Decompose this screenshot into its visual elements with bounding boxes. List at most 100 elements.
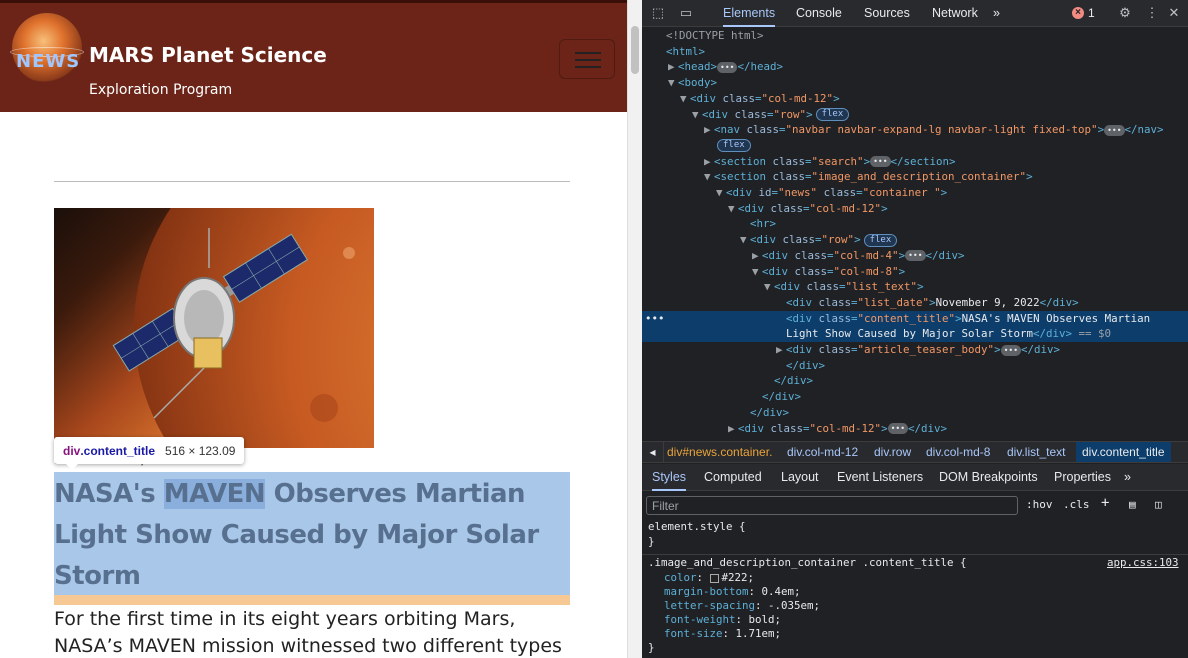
dom-node-line[interactable]: ▼ <div class="row"> flex (642, 232, 1188, 248)
dom-node-line[interactable]: <html> (642, 44, 1188, 60)
subtab-dom-breakpoints[interactable]: DOM Breakpoints (939, 464, 1038, 491)
styles-filter-input[interactable] (646, 496, 1018, 515)
maven-spacecraft-illustration (112, 208, 374, 448)
element-style-selector[interactable]: element.style { (648, 520, 746, 534)
hov-toggle[interactable]: :hov (1026, 498, 1053, 511)
tree-toggle-icon[interactable]: ▼ (752, 264, 762, 280)
css-property-font-weight[interactable]: font-weight: bold; (664, 613, 781, 627)
dom-node-line[interactable]: ▶ <section class="search"> ••• </section> (642, 154, 1188, 170)
tab-sources[interactable]: Sources (864, 0, 910, 27)
dom-node-line[interactable]: ▶ <head> ••• </head> (642, 59, 1188, 75)
css-property-color[interactable]: color: #222; (664, 571, 754, 585)
rule-source-link[interactable]: app.css:103 (1107, 556, 1179, 570)
css-property-font-size[interactable]: font-size: 1.71em; (664, 627, 781, 641)
settings-gear-icon[interactable]: ⚙ (1117, 5, 1133, 21)
dom-node-line[interactable]: ▶ <div class="col-md-12"> ••• </div> (642, 421, 1188, 437)
more-subtabs-icon[interactable]: » (1124, 464, 1131, 491)
dom-node-line[interactable]: ▼ <div class="col-md-12"> (642, 91, 1188, 107)
dom-node-line[interactable]: ▶ <nav class="navbar navbar-expand-lg nav… (642, 122, 1188, 138)
tree-toggle-icon[interactable]: ▼ (740, 232, 750, 248)
device-toolbar-icon[interactable]: ▭ (678, 5, 694, 21)
tree-toggle-icon[interactable]: ▼ (680, 91, 690, 107)
tree-toggle-icon[interactable]: ▼ (668, 75, 678, 91)
color-swatch-icon[interactable] (709, 573, 719, 583)
dom-node-line[interactable]: <hr> (642, 216, 1188, 232)
cls-toggle[interactable]: .cls (1063, 498, 1090, 511)
breadcrumb-row[interactable]: div.row (874, 442, 911, 462)
news-logo[interactable]: NEWS (10, 13, 84, 83)
dom-node-line[interactable]: </div> (642, 405, 1188, 421)
dom-node-line[interactable]: ▶ <div class="article_teaser_body"> ••• </d… (642, 342, 1188, 358)
website-scrollbar[interactable] (627, 0, 642, 658)
dom-node-line[interactable]: <div class="list_date">November 9, 2022<… (642, 295, 1188, 311)
tree-toggle-icon[interactable]: ▼ (716, 185, 726, 201)
dom-node-line[interactable]: Light Show Caused by Major Solar Storm</… (642, 326, 1188, 343)
dom-node-line[interactable]: </div> (642, 358, 1188, 374)
subtab-event-listeners[interactable]: Event Listeners (837, 464, 923, 491)
breadcrumb-news-container[interactable]: div#news.container. (667, 442, 772, 462)
dom-node-line[interactable]: <div class="content_title">NASA's MAVEN … (642, 310, 1188, 327)
css-property-letter-spacing[interactable]: letter-spacing: -.035em; (664, 599, 820, 613)
dom-node-line[interactable]: ▼ <div class="col-md-8"> (642, 264, 1188, 280)
hamburger-menu-button[interactable] (559, 39, 615, 79)
rule-close: } (648, 641, 655, 654)
tab-network[interactable]: Network (932, 0, 978, 27)
more-options-icon[interactable]: ⋮ (1144, 5, 1160, 21)
tree-toggle-icon[interactable]: ▶ (776, 342, 786, 358)
tree-toggle-icon[interactable]: ▼ (692, 107, 702, 123)
article-image[interactable] (54, 208, 374, 448)
tree-toggle-icon[interactable]: ▶ (668, 59, 678, 75)
title-part-1: NASA's (54, 479, 164, 509)
breadcrumb-content-title[interactable]: div.content_title (1076, 442, 1171, 462)
dom-node-line[interactable]: ▼ <body> (642, 75, 1188, 91)
selected-node-ellipsis-icon[interactable]: ••• (645, 311, 665, 327)
inspect-tooltip: div .content_title 516 × 123.09 (54, 437, 245, 470)
subtab-styles[interactable]: Styles (652, 464, 687, 491)
css-property-margin-bottom[interactable]: margin-bottom: 0.4em; (664, 585, 801, 599)
scrollbar-thumb[interactable] (631, 26, 639, 74)
dom-tree[interactable]: <!DOCTYPE html> <html> ▶ <head> ••• </head> ▼ <… (642, 27, 1188, 441)
breadcrumb-left-arrow-icon[interactable]: ◂ (642, 442, 664, 462)
dom-node-line[interactable]: ▼ <div class="col-md-12"> (642, 201, 1188, 217)
dom-node-line[interactable]: </div> (642, 373, 1188, 389)
tree-toggle-icon[interactable]: ▶ (704, 122, 714, 138)
tree-toggle-icon[interactable]: ▶ (728, 421, 738, 437)
subtab-computed[interactable]: Computed (704, 464, 762, 491)
dom-node-line[interactable]: ▼ <div class="row"> flex (642, 107, 1188, 123)
devtools-panel: ⬚ ▭ Elements Console Sources Network » ×… (642, 0, 1188, 658)
error-count-badge[interactable]: × 1 (1072, 6, 1095, 20)
breadcrumb-col-md-8[interactable]: div.col-md-8 (926, 442, 990, 462)
dom-node-line[interactable]: ▼ <div id="news" class="container "> (642, 185, 1188, 201)
dom-node-line[interactable]: ▼ <div class="list_text"> (642, 279, 1188, 295)
site-title[interactable]: MARS Planet Science (89, 43, 327, 67)
tree-toggle-icon[interactable]: ▶ (704, 154, 714, 170)
inspect-element-icon[interactable]: ⬚ (650, 5, 666, 21)
dom-node-line[interactable]: flex (642, 138, 1188, 154)
subtab-layout[interactable]: Layout (781, 464, 819, 491)
dom-node-line[interactable]: <!DOCTYPE html> (642, 28, 1188, 44)
breadcrumb-list-text[interactable]: div.list_text (1007, 442, 1065, 462)
article-teaser: For the first time in its eight years or… (54, 608, 562, 657)
paint-bucket-icon[interactable]: ▤ (1129, 498, 1136, 511)
new-style-rule-icon[interactable]: + (1101, 495, 1109, 511)
toggle-sidebar-icon[interactable]: ◫ (1155, 498, 1162, 511)
dom-node-line[interactable]: ▶ <div class="col-md-4"> ••• </div> (642, 248, 1188, 264)
dom-node-line[interactable]: ▼ <section class="image_and_description_c… (642, 169, 1188, 185)
tooltip-tag: div (63, 443, 81, 458)
dom-node-line[interactable]: </div> (642, 389, 1188, 405)
tree-toggle-icon[interactable]: ▼ (728, 201, 738, 217)
logo-text: NEWS (16, 51, 81, 72)
tooltip-class: .content_title (80, 443, 156, 458)
rule-selector[interactable]: .image_and_description_container .conten… (648, 556, 967, 570)
tree-toggle-icon[interactable]: ▼ (764, 279, 774, 295)
close-icon[interactable]: ✕ (1166, 5, 1182, 21)
more-tabs-icon[interactable]: » (993, 0, 1000, 27)
tab-console[interactable]: Console (796, 0, 842, 27)
tree-toggle-icon[interactable]: ▼ (704, 169, 714, 185)
hamburger-icon (575, 52, 601, 54)
tab-elements[interactable]: Elements (723, 0, 776, 27)
breadcrumb-col-md-12[interactable]: div.col-md-12 (787, 442, 858, 462)
subtab-properties[interactable]: Properties (1054, 464, 1111, 491)
content-title[interactable]: NASA's MAVEN Observes Martian Light Show… (54, 474, 570, 597)
tree-toggle-icon[interactable]: ▶ (752, 248, 762, 264)
